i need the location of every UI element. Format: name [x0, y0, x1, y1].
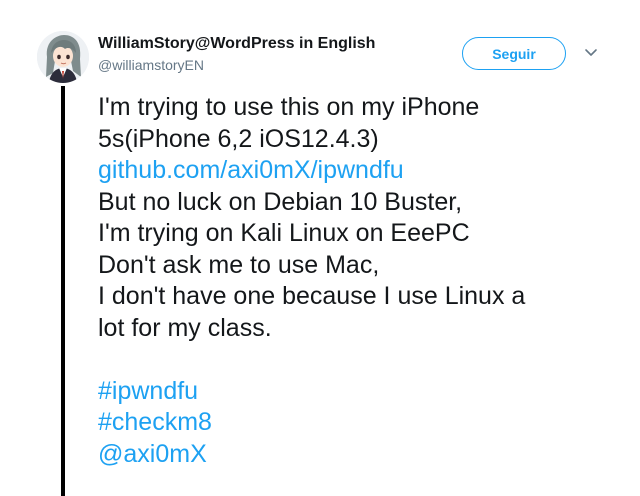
tweet-text: I'm trying to use this on my iPhone 5s(i…: [98, 92, 618, 470]
tweet-line: lot for my class.: [98, 313, 272, 342]
hashtag-checkm8[interactable]: #checkm8: [98, 407, 618, 439]
thread-connector-line: [61, 86, 65, 496]
author-handle[interactable]: @williamstoryEN: [98, 57, 204, 73]
author-name[interactable]: WilliamStory@WordPress in English: [98, 35, 375, 53]
avatar[interactable]: [37, 31, 89, 83]
tweet-link[interactable]: github.com/axi0mX/ipwndfu: [98, 155, 618, 187]
follow-button[interactable]: Seguir: [462, 37, 566, 70]
tweet-line: 5s(iPhone 6,2 iOS12.4.3): [98, 124, 379, 153]
avatar-image: [37, 31, 89, 83]
tweet-line: I'm trying on Kali Linux on EeePC: [98, 219, 470, 247]
tweet-line: I'm trying to use this on my iPhone: [98, 93, 480, 121]
tweet-line: But no luck on Debian 10 Buster,: [98, 187, 463, 216]
tweet-line: I don't have one because I use Linux a: [98, 282, 526, 310]
chevron-down-icon[interactable]: [582, 46, 600, 60]
tweet-line: Don't ask me to use Mac,: [98, 250, 380, 279]
mention-link[interactable]: @axi0mX: [98, 439, 618, 471]
hashtag-ipwndfu[interactable]: #ipwndfu: [98, 376, 618, 408]
